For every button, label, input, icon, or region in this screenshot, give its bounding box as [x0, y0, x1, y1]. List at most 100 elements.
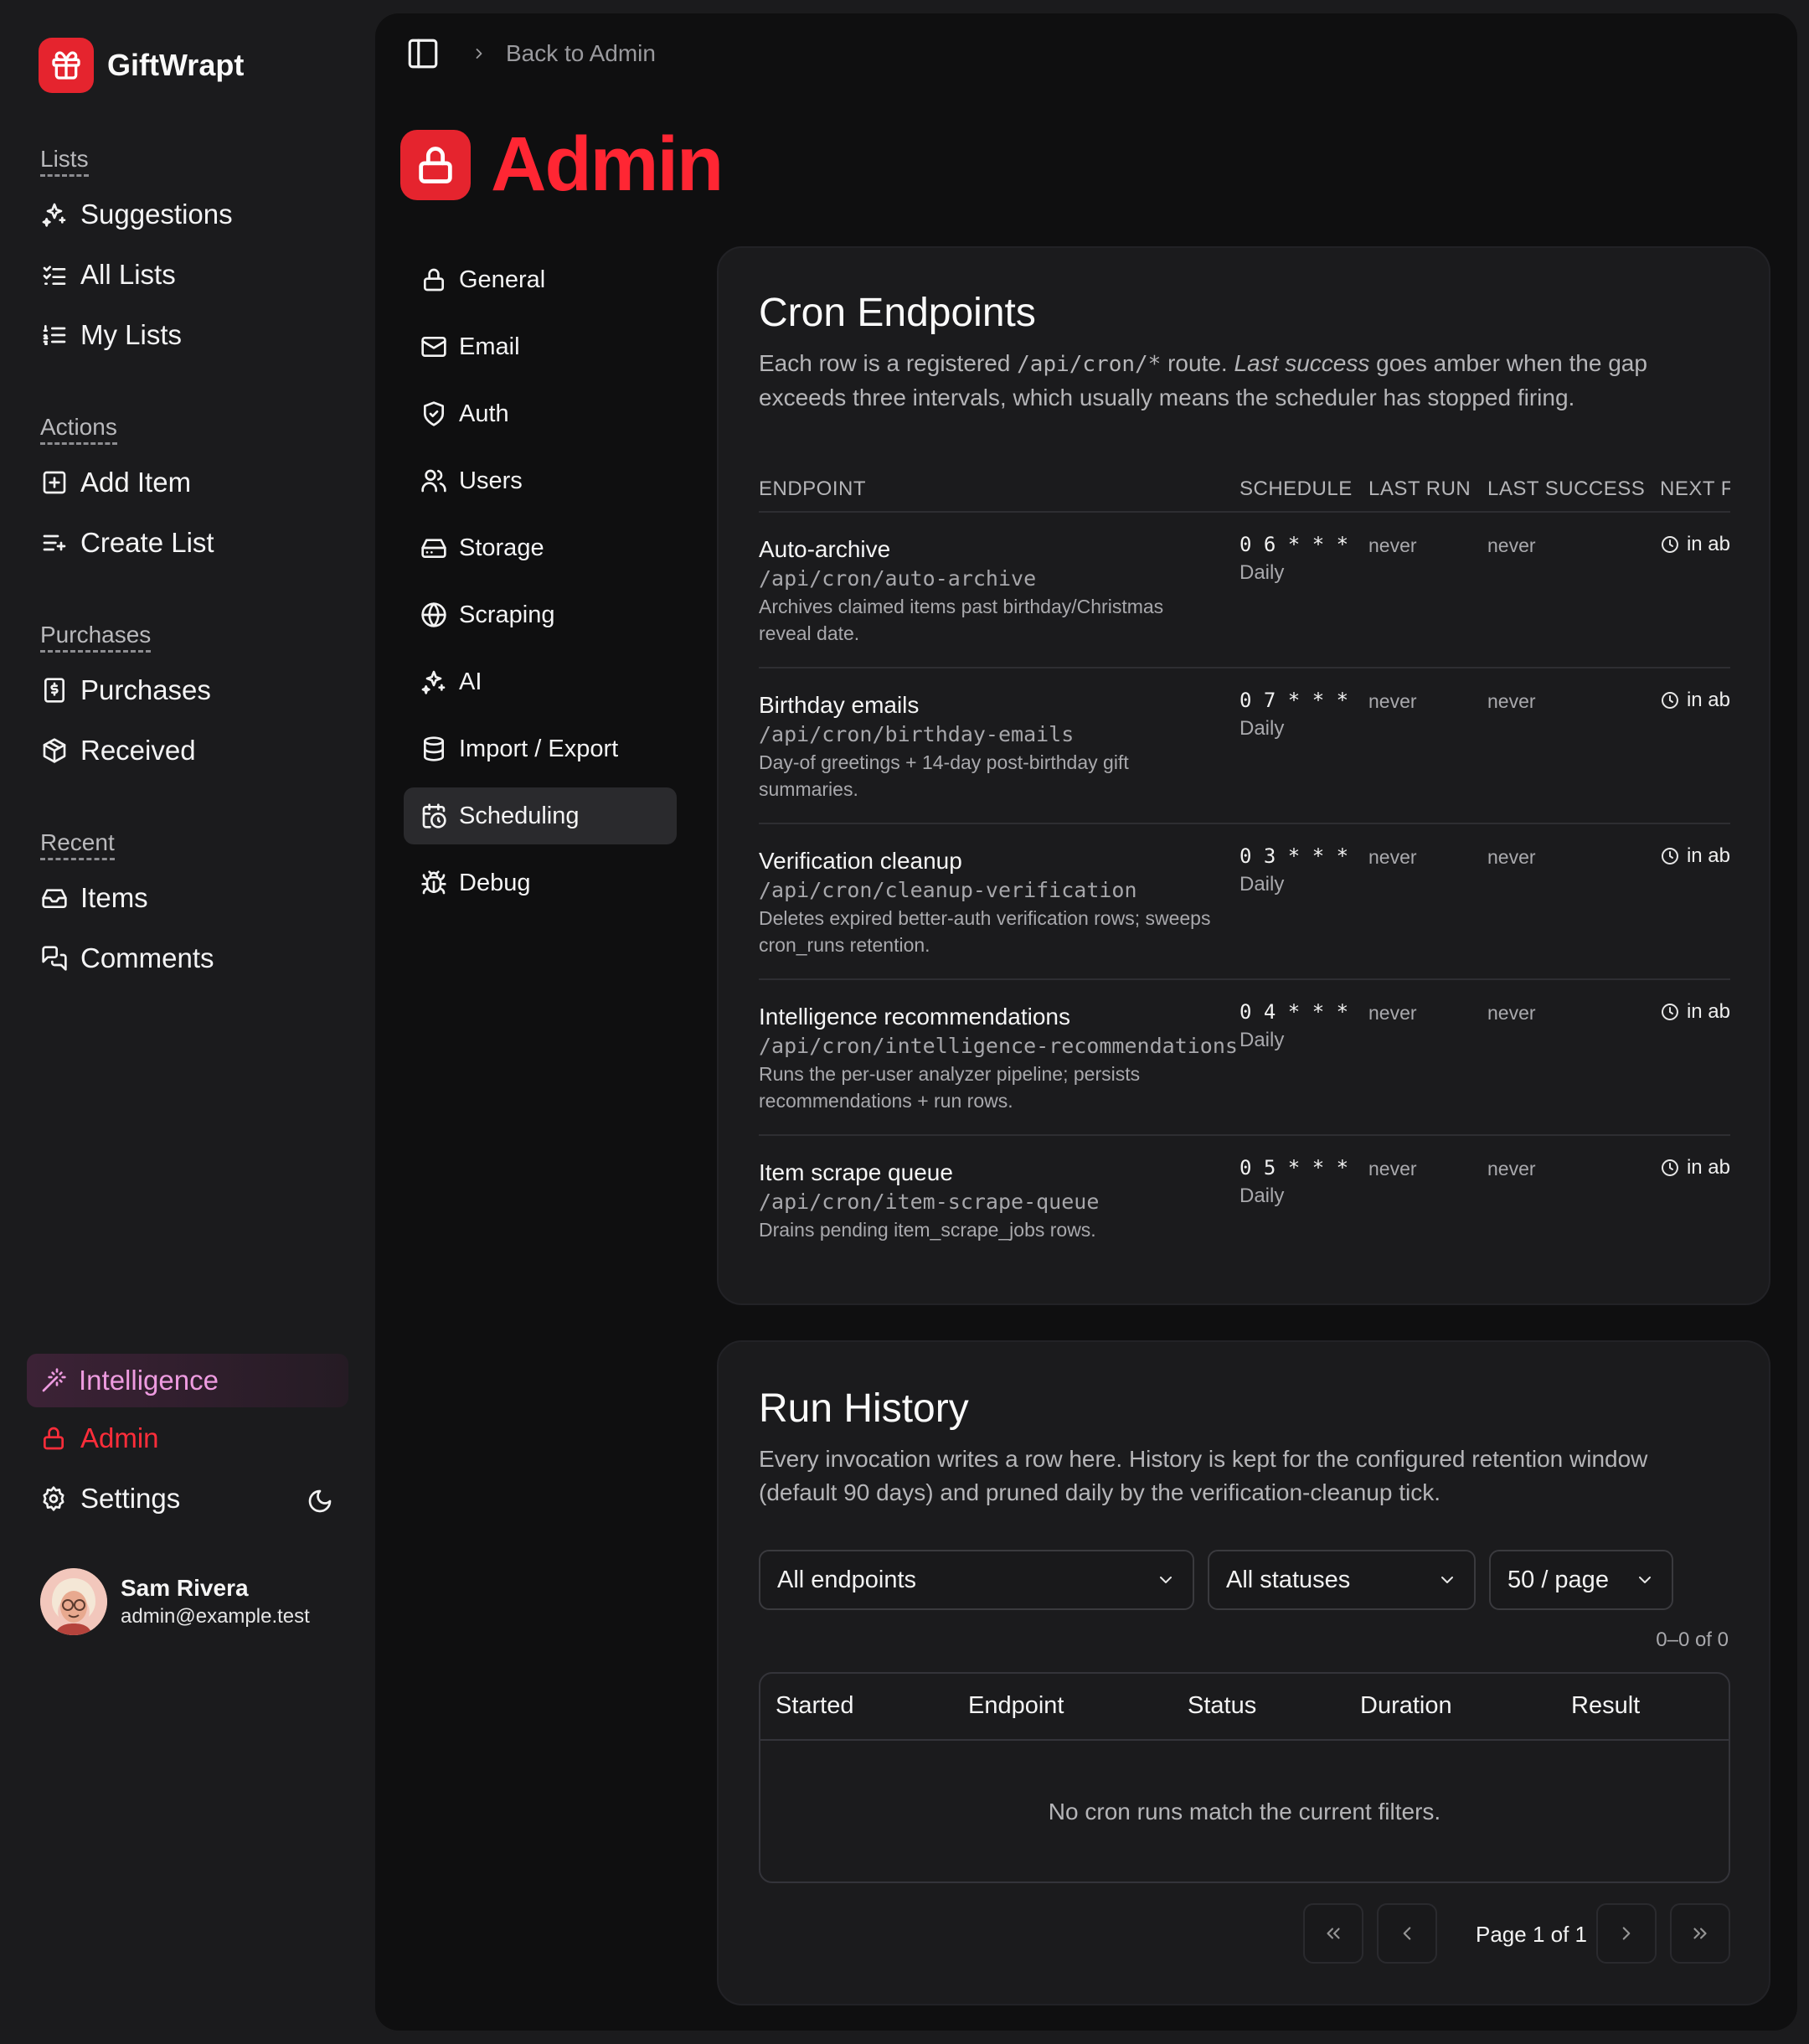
last-success: never [1487, 1002, 1536, 1024]
first-page-button[interactable] [1303, 1903, 1363, 1964]
chevron-right-icon [1622, 1927, 1631, 1940]
sidebar-item-suggestions[interactable]: Suggestions [40, 184, 233, 245]
next-fire: in ab [1660, 844, 1730, 868]
sidebar-item-admin[interactable]: Admin [40, 1422, 159, 1454]
square-plus-icon [40, 468, 69, 497]
subnav-item-users[interactable]: Users [404, 452, 677, 509]
list-plus-icon [40, 529, 69, 557]
page-indicator: Page 1 of 1 [1476, 1922, 1587, 1947]
col-endpoint[interactable]: Endpoint [968, 1692, 1064, 1720]
sidebar-item-purchases[interactable]: Purchases [40, 660, 211, 720]
col-status[interactable]: Status [1188, 1692, 1256, 1720]
sidebar-item-received[interactable]: Received [40, 720, 211, 781]
cron-endpoints-card: Cron Endpoints Each row is a registered … [717, 246, 1770, 1305]
subnav-item-email[interactable]: Email [404, 318, 677, 375]
user-profile[interactable]: Sam Rivera admin@example.test [40, 1568, 310, 1635]
database-icon [420, 736, 447, 762]
subnav-label: Auth [459, 400, 509, 427]
messages-icon [40, 944, 69, 973]
sidebar-item-items[interactable]: Items [40, 868, 214, 928]
back-to-admin-link[interactable]: Back to Admin [506, 40, 656, 67]
bug-icon [420, 870, 447, 896]
sidebar-item-label: Add Item [80, 467, 192, 498]
main-panel: Back to Admin Admin General Email Auth U… [375, 13, 1797, 2031]
col-started[interactable]: Started [776, 1692, 854, 1720]
cron-expression: 0 3 * * * [1240, 844, 1349, 868]
table-row[interactable]: Intelligence recommendations /api/cron/i… [759, 980, 1730, 1136]
sidebar-item-comments[interactable]: Comments [40, 928, 214, 988]
subnav-label: Storage [459, 534, 544, 561]
sidebar-item-settings[interactable]: Settings [40, 1483, 180, 1515]
last-page-button[interactable] [1670, 1903, 1730, 1964]
chevron-down-icon [1160, 1577, 1172, 1583]
cron-frequency: Daily [1240, 1029, 1285, 1051]
endpoint-filter-select[interactable]: All endpoints [759, 1550, 1194, 1610]
subnav-item-scheduling[interactable]: Scheduling [404, 787, 677, 844]
subnav-item-import-export[interactable]: Import / Export [404, 720, 677, 777]
sidebar-item-add-item[interactable]: Add Item [40, 452, 214, 513]
table-row[interactable]: Birthday emails /api/cron/birthday-email… [759, 668, 1730, 824]
col-last-run: LAST RUN [1368, 477, 1471, 500]
subnav-label: Users [459, 467, 523, 494]
sidebar-item-label: Purchases [80, 674, 211, 705]
nav-items-purchases: Purchases Received [40, 660, 211, 781]
page-size-select[interactable]: 50 / page [1489, 1550, 1673, 1610]
col-last-success: LAST SUCCESS [1487, 477, 1646, 500]
cron-expression: 0 6 * * * [1240, 533, 1349, 556]
group-label-purchases: Purchases [40, 622, 152, 653]
calendar-clock-icon [420, 803, 447, 829]
sidebar-item-all-lists[interactable]: All Lists [40, 245, 233, 305]
nav-items-actions: Add Item Create List [40, 452, 214, 573]
subnav-item-storage[interactable]: Storage [404, 519, 677, 576]
chevron-left-icon [1403, 1927, 1411, 1940]
next-fire: in ab [1660, 1156, 1730, 1179]
sidebar-item-intelligence[interactable]: Intelligence [27, 1354, 348, 1407]
endpoint-path: /api/cron/intelligence-recommendations [759, 1034, 1238, 1058]
next-fire: in ab [1660, 1000, 1730, 1024]
group-label-recent: Recent [40, 829, 115, 860]
user-name: Sam Rivera [121, 1575, 249, 1601]
subnav-item-debug[interactable]: Debug [404, 854, 677, 911]
subnav-item-general[interactable]: General [404, 251, 677, 308]
sidebar-item-my-lists[interactable]: My Lists [40, 305, 233, 365]
table-row[interactable]: Item scrape queue /api/cron/item-scrape-… [759, 1136, 1730, 1278]
lock-icon [40, 1425, 69, 1452]
sidebar-item-label: My Lists [80, 319, 183, 350]
col-duration[interactable]: Duration [1360, 1692, 1452, 1720]
list-checks-icon [40, 261, 69, 289]
nav-items-recent: Items Comments [40, 868, 214, 988]
endpoint-name: Auto-archive [759, 536, 891, 562]
endpoint-name: Intelligence recommendations [759, 1004, 1070, 1030]
endpoint-note: Runs the per-user analyzer pipeline; per… [759, 1063, 1141, 1112]
sparkles-icon [40, 200, 69, 229]
theme-toggle-moon-icon[interactable] [307, 1488, 333, 1515]
lock-icon [420, 266, 447, 293]
brand[interactable]: GiftWrapt [39, 38, 244, 93]
col-result[interactable]: Result [1571, 1692, 1640, 1720]
sidebar-item-label: Intelligence [79, 1365, 219, 1396]
sidebar-item-label: Comments [80, 942, 214, 973]
last-run: never [1368, 534, 1417, 556]
sidebar-item-label: Settings [80, 1483, 181, 1514]
nav-group-recent: Recent [40, 829, 115, 860]
prev-page-button[interactable] [1377, 1903, 1437, 1964]
chevron-down-icon [1639, 1577, 1651, 1583]
mail-icon [420, 333, 447, 360]
gift-icon [39, 38, 94, 93]
empty-state: No cron runs match the current filters. [1048, 1799, 1441, 1825]
last-run: never [1368, 690, 1417, 712]
select-value: All endpoints [777, 1566, 917, 1593]
subnav-item-scraping[interactable]: Scraping [404, 586, 677, 643]
clock-icon [1661, 692, 1678, 709]
subnav-item-auth[interactable]: Auth [404, 385, 677, 442]
subnav-label: AI [459, 668, 482, 695]
subnav-item-ai[interactable]: AI [404, 653, 677, 710]
sidebar-item-create-list[interactable]: Create List [40, 513, 214, 573]
group-label-actions: Actions [40, 414, 117, 445]
table-row[interactable]: Verification cleanup /api/cron/cleanup-v… [759, 824, 1730, 980]
next-page-button[interactable] [1596, 1903, 1657, 1964]
sidebar-toggle-icon[interactable] [405, 36, 441, 71]
table-row[interactable]: Auto-archive /api/cron/auto-archive Arch… [759, 513, 1730, 668]
col-endpoint: ENDPOINT [759, 477, 867, 500]
status-filter-select[interactable]: All statuses [1208, 1550, 1476, 1610]
